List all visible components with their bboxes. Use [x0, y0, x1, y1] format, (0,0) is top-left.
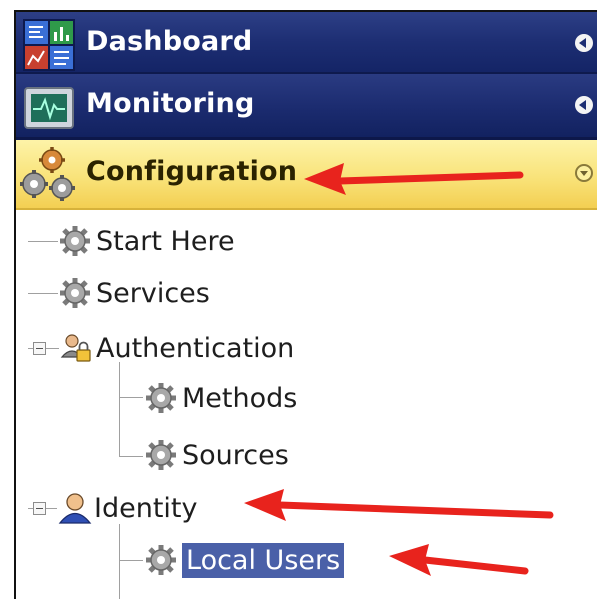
annotation-arrow-local-users [389, 544, 529, 576]
nav-dashboard-label: Dashboard [86, 26, 253, 57]
nav-monitoring-label: Monitoring [86, 88, 255, 119]
tree-item-label: Methods [182, 382, 298, 414]
tree-item-start-here[interactable]: Start Here [58, 221, 235, 261]
annotation-arrow-configuration [304, 163, 524, 195]
user-lock-icon [60, 334, 91, 362]
collapse-arrow-icon[interactable] [575, 164, 593, 182]
monitor-icon [24, 87, 74, 129]
tree-item-local-users[interactable]: Local Users [144, 540, 345, 580]
gear-icon [146, 545, 176, 575]
collapse-toggle[interactable] [33, 502, 46, 515]
dashboard-icon [23, 19, 75, 71]
tree-item-label: Identity [94, 492, 198, 524]
tree-item-sources[interactable]: Sources [144, 435, 289, 475]
tree-item-identity[interactable]: Identity [58, 488, 197, 528]
collapse-toggle[interactable] [33, 342, 46, 355]
expand-arrow-icon[interactable] [575, 34, 593, 52]
user-icon [58, 493, 92, 524]
expand-arrow-icon[interactable] [575, 96, 593, 114]
tree-item-label: Authentication [96, 332, 295, 364]
nav-dashboard[interactable]: Dashboard [16, 12, 597, 74]
gear-icon [146, 440, 176, 470]
tree-item-authentication[interactable]: Authentication [60, 328, 294, 368]
gear-icon [60, 226, 90, 256]
tree-item-methods[interactable]: Methods [144, 378, 297, 418]
tree-item-label: Start Here [96, 225, 235, 257]
gear-icon [146, 383, 176, 413]
tree-item-label: Sources [182, 439, 289, 471]
gear-icon [60, 278, 90, 308]
annotation-arrow-identity [244, 489, 554, 521]
tree-item-services[interactable]: Services [58, 273, 210, 313]
tree-item-label: Services [96, 277, 210, 309]
nav-monitoring[interactable]: Monitoring [16, 74, 597, 140]
nav-configuration-label: Configuration [86, 156, 298, 187]
tree-item-label-selected: Local Users [182, 542, 345, 578]
gears-icon [20, 147, 75, 201]
